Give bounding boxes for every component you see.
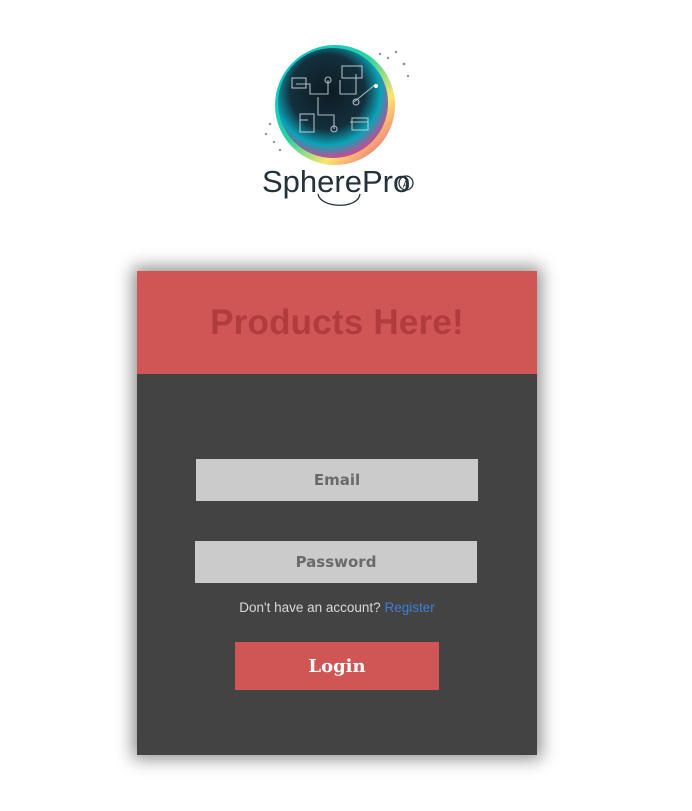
card-header: Products Here! xyxy=(137,271,537,374)
password-field[interactable] xyxy=(195,541,477,583)
register-prompt: Don't have an account? xyxy=(239,600,385,615)
brand-logo: SpherePro A xyxy=(258,42,418,214)
card-title: Products Here! xyxy=(210,302,464,342)
login-button[interactable]: Login xyxy=(235,642,439,690)
sphere-logo-icon: SpherePro A xyxy=(262,45,414,206)
brand-badge: A xyxy=(403,180,410,191)
register-link[interactable]: Register xyxy=(384,600,434,615)
email-field[interactable] xyxy=(196,459,478,501)
login-card: Products Here! Don't have an account? Re… xyxy=(137,271,537,755)
login-page: SpherePro A Products Here! Don't have an… xyxy=(0,0,692,811)
brand-name: SpherePro xyxy=(262,164,410,199)
register-prompt-line: Don't have an account? Register xyxy=(137,600,537,615)
